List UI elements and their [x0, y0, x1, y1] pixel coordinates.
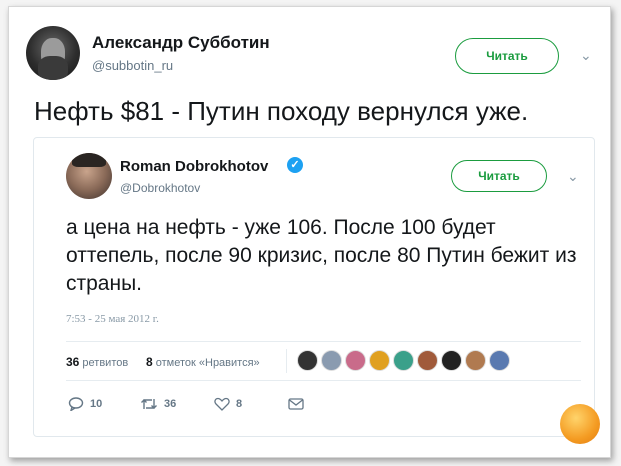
avatar-beard	[38, 56, 68, 80]
retweet-stat[interactable]: 36 ретвитов	[66, 355, 128, 369]
like-button[interactable]: 8	[214, 397, 242, 411]
quoted-author-avatar[interactable]	[66, 153, 112, 199]
direct-message-button[interactable]	[288, 397, 304, 411]
tweet-timestamp[interactable]: 7:53 - 25 мая 2012 г.	[66, 313, 159, 325]
divider	[66, 341, 581, 342]
retweet-icon	[141, 399, 157, 409]
liker-avatar[interactable]	[489, 350, 510, 371]
tweet-text: Нефть $81 - Путин походу вернулся уже.	[34, 96, 529, 126]
like-count: 8	[236, 398, 243, 410]
reply-button[interactable]: 10	[68, 397, 103, 413]
retweet-button[interactable]: 36	[140, 397, 176, 411]
author-handle[interactable]: @subbotin_ru	[92, 58, 173, 73]
likes-stat[interactable]: 8 отметок «Нравится»	[146, 355, 260, 369]
quoted-follow-button[interactable]: Читать	[451, 160, 547, 192]
author-name[interactable]: Александр Субботин	[92, 33, 270, 53]
liker-avatar[interactable]	[345, 350, 366, 371]
heart-icon	[214, 397, 230, 411]
liker-avatar[interactable]	[417, 350, 438, 371]
liker-avatar[interactable]	[393, 350, 414, 371]
quoted-tweet-text: а цена на нефть - уже 106. После 100 буд…	[66, 216, 577, 295]
author-avatar[interactable]	[26, 26, 80, 80]
retweet-count: 36	[66, 355, 80, 369]
liker-avatar[interactable]	[441, 350, 462, 371]
quoted-chevron-down-icon[interactable]: ⌄	[567, 168, 579, 185]
reply-icon	[68, 397, 84, 413]
site-watermark-logo	[560, 404, 600, 444]
quoted-author-handle[interactable]: @Dobrokhotov	[120, 181, 200, 195]
liker-avatars	[297, 350, 513, 372]
verified-badge-icon: ✓	[287, 157, 303, 173]
liker-avatar[interactable]	[321, 350, 342, 371]
liker-avatar[interactable]	[465, 350, 486, 371]
follow-button[interactable]: Читать	[455, 38, 559, 74]
liker-avatar[interactable]	[369, 350, 390, 371]
retweet-action-count: 36	[164, 398, 177, 410]
likes-label: отметок «Нравится»	[155, 357, 260, 369]
likes-count: 8	[146, 355, 153, 369]
quoted-author-name[interactable]: Roman Dobrokhotov	[120, 158, 268, 175]
reply-count: 10	[90, 398, 103, 410]
stat-divider	[286, 349, 287, 373]
avatar-hair	[72, 153, 106, 167]
retweet-label: ретвитов	[82, 357, 129, 369]
divider	[66, 380, 581, 381]
envelope-icon	[288, 398, 304, 410]
chevron-down-icon[interactable]: ⌄	[580, 47, 592, 64]
liker-avatar[interactable]	[297, 350, 318, 371]
